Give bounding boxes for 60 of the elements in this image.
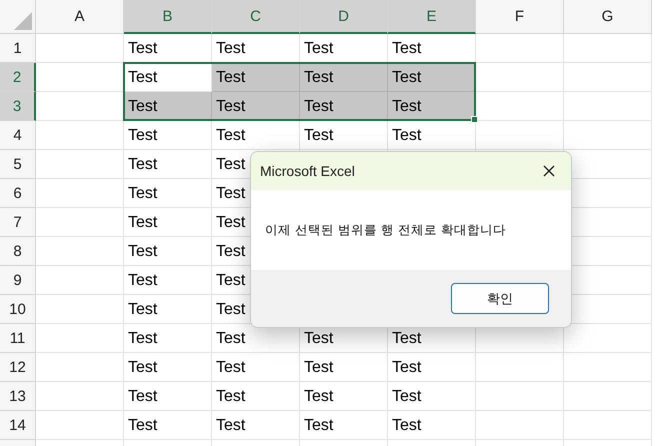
table-cell: Test (124, 237, 212, 266)
table-cell: Test (212, 34, 300, 63)
row-header[interactable]: 8 (0, 237, 36, 266)
ok-button[interactable]: 확인 (451, 283, 549, 314)
table-cell: Test (388, 63, 476, 92)
row-header[interactable]: 2 (0, 63, 36, 92)
table-cell: Test (124, 266, 212, 295)
table-cell: Test (212, 353, 300, 382)
row-header[interactable]: 6 (0, 179, 36, 208)
table-cell: Test (212, 121, 300, 150)
row-header[interactable]: 9 (0, 266, 36, 295)
column-header[interactable]: C (212, 0, 300, 34)
table-cell: Test (300, 121, 388, 150)
column-header[interactable]: F (476, 0, 564, 34)
row-header[interactable]: 14 (0, 411, 36, 440)
table-cell: Test (124, 411, 212, 440)
table-cell: Test (300, 353, 388, 382)
table-cell: Test (300, 63, 388, 92)
fill-handle[interactable] (471, 116, 478, 123)
row-header[interactable]: 10 (0, 295, 36, 324)
table-cell: Test (124, 382, 212, 411)
row-header[interactable]: 12 (0, 353, 36, 382)
row-header[interactable]: 7 (0, 208, 36, 237)
column-header[interactable]: E (388, 0, 476, 34)
row-header[interactable]: 4 (0, 121, 36, 150)
table-cell: Test (212, 382, 300, 411)
table-cell: Test (388, 382, 476, 411)
table-cell: Test (388, 353, 476, 382)
table-cell: Test (124, 353, 212, 382)
table-cell: Test (300, 34, 388, 63)
table-cell: Test (388, 34, 476, 63)
table-cell: Test (124, 121, 212, 150)
table-cell: Test (388, 92, 476, 121)
table-cell: Test (124, 34, 212, 63)
row-header[interactable]: 13 (0, 382, 36, 411)
row-header[interactable]: 5 (0, 150, 36, 179)
table-cell: Test (124, 92, 212, 121)
close-icon (543, 165, 555, 177)
column-header[interactable]: B (124, 0, 212, 34)
table-cell: Test (124, 179, 212, 208)
row-header[interactable]: 11 (0, 324, 36, 353)
row-header[interactable]: 1 (0, 34, 36, 63)
table-cell: Test (124, 63, 212, 92)
table-cell: Test (124, 324, 212, 353)
table-cell: Test (124, 208, 212, 237)
row-header[interactable]: 3 (0, 92, 36, 121)
table-cell: Test (300, 382, 388, 411)
select-all-button[interactable] (0, 0, 36, 34)
table-cell: Test (300, 411, 388, 440)
table-cell: Test (124, 295, 212, 324)
table-cell: Test (212, 411, 300, 440)
column-header[interactable]: G (564, 0, 652, 34)
table-cell: Test (300, 92, 388, 121)
column-header[interactable]: D (300, 0, 388, 34)
table-cell: Test (212, 92, 300, 121)
table-cell: Test (212, 63, 300, 92)
column-header[interactable]: A (36, 0, 124, 34)
table-cell: Test (124, 150, 212, 179)
triangle-icon (14, 12, 32, 30)
table-cell: Test (388, 411, 476, 440)
